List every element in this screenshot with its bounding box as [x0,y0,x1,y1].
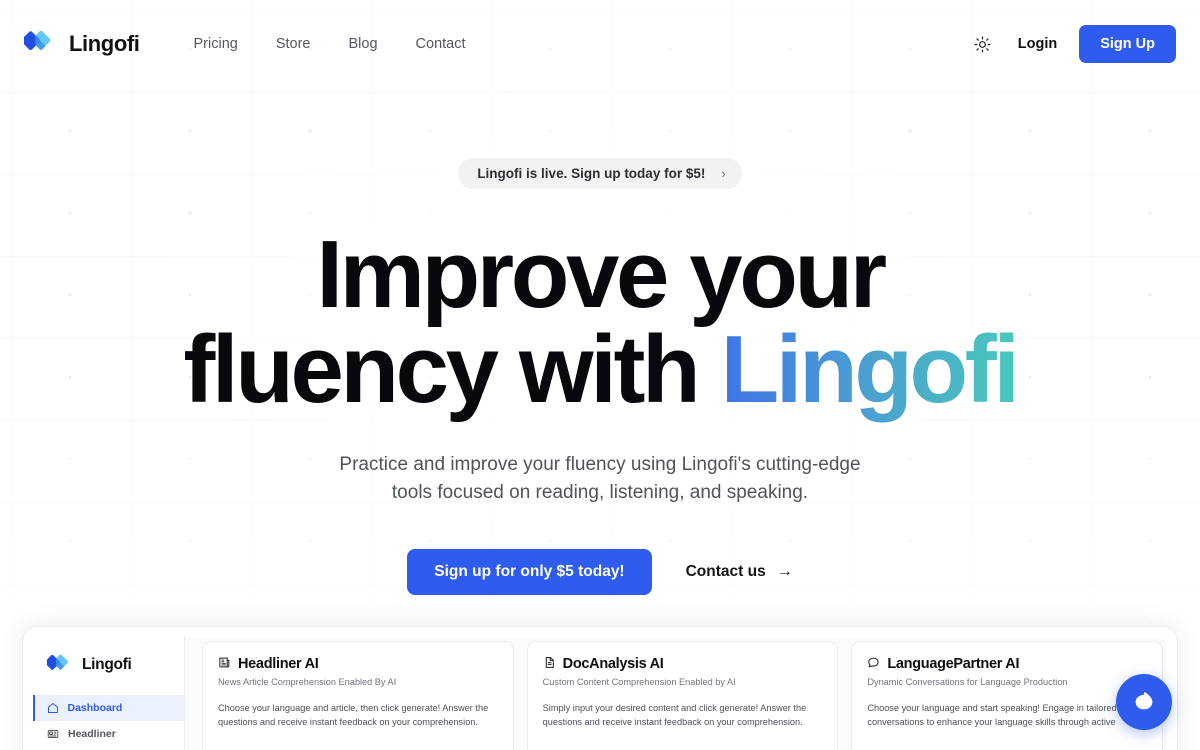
login-link[interactable]: Login [1018,36,1057,52]
chat-bubble-icon [1132,689,1156,716]
feature-card-title-row: DocAnalysis AI [543,656,823,672]
headline-line-2-plain: fluency with [183,316,721,424]
signup-cta-button[interactable]: Sign up for only $5 today! [407,549,652,596]
arrow-right-icon: → [776,563,793,581]
feature-card-subtitle: Dynamic Conversations for Language Produ… [867,677,1068,687]
dashboard-brand: Lingofi [33,653,184,695]
nav-right-actions: Login Sign Up [970,25,1176,63]
feature-card-headliner[interactable]: Headliner AI News Article Comprehension … [202,641,514,750]
nav-link-pricing[interactable]: Pricing [194,36,238,52]
hero-section: Lingofi is live. Sign up today for $5! ›… [0,0,1200,596]
headline-line-2-accent: Lingofi [720,316,1020,424]
feature-card-title-row: LanguagePartner AI [867,656,1147,672]
headline-line-1: Improve your [316,221,887,328]
newspaper-icon [218,656,231,672]
nav-link-blog[interactable]: Blog [349,36,378,52]
nav-link-contact[interactable]: Contact [416,36,466,52]
hero-cta-row: Sign up for only $5 today! Contact us → [407,549,793,596]
chevron-right-icon: › [721,166,726,181]
dashboard-preview-inner: Lingofi Dashboard Headliner Headliner AI… [33,637,1167,750]
brand-logo-link[interactable]: Lingofi [21,29,140,59]
sidebar-item-dashboard[interactable]: Dashboard [33,695,184,721]
sidebar-item-headliner[interactable]: Headliner [33,721,184,747]
feature-card-subtitle: Custom Content Comprehension Enabled by … [542,677,736,687]
dashboard-brand-name: Lingofi [82,656,132,673]
chat-bubble-icon [867,656,880,672]
home-icon [47,702,59,714]
dashboard-sidebar: Lingofi Dashboard Headliner [33,637,185,750]
hero-subtitle: Practice and improve your fluency using … [339,454,861,504]
contact-us-link[interactable]: Contact us → [686,563,793,581]
dashboard-cards: Headliner AI News Article Comprehension … [198,637,1167,750]
feature-card-docanalysis[interactable]: DocAnalysis AI Custom Content Comprehens… [526,641,839,750]
feature-card-description: Simply input your desired content and cl… [542,703,807,728]
sidebar-item-label: Headliner [68,728,116,740]
feature-card-title: LanguagePartner AI [887,656,1020,672]
landing-page: Lingofi Pricing Store Blog Contact Login… [0,0,1200,750]
lingofi-diamond-logo-icon [44,653,74,677]
nav-link-store[interactable]: Store [276,36,311,52]
feature-card-title: DocAnalysis AI [562,656,664,672]
signup-button[interactable]: Sign Up [1079,25,1176,63]
brand-name: Lingofi [69,31,140,56]
dashboard-preview-panel: Lingofi Dashboard Headliner Headliner AI… [22,626,1178,750]
announcement-pill[interactable]: Lingofi is live. Sign up today for $5! › [458,158,742,189]
feature-card-title: Headliner AI [238,656,319,672]
contact-us-label: Contact us [685,563,766,581]
announcement-text: Lingofi is live. Sign up today for $5! [477,166,706,181]
feature-card-description: Choose your language and start speaking!… [867,703,1117,728]
nav-links: Pricing Store Blog Contact [194,36,466,52]
feature-card-subtitle: News Article Comprehension Enabled By AI [218,677,397,687]
feature-card-description: Choose your language and article, then c… [218,703,489,728]
chat-widget-button[interactable] [1116,674,1172,730]
top-navbar: Lingofi Pricing Store Blog Contact Login… [0,0,1200,88]
feature-card-title-row: Headliner AI [218,656,498,672]
news-card-icon [47,728,59,740]
sidebar-item-label: Dashboard [67,702,123,714]
page-title: Improve your fluency with Lingofi [183,227,1020,418]
document-icon [543,656,556,672]
sun-icon[interactable] [970,31,996,57]
lingofi-diamond-logo-icon [21,29,58,59]
